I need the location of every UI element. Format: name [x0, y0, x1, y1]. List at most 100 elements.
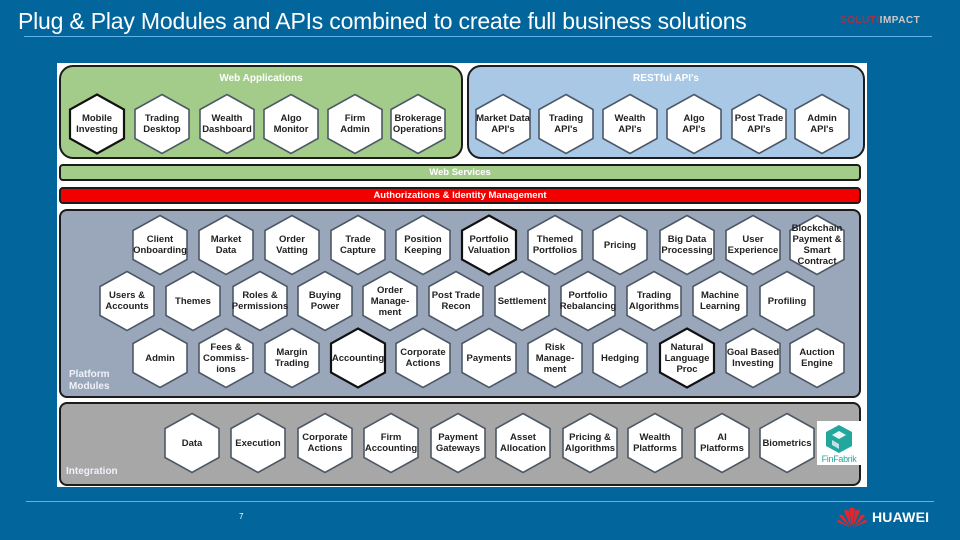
module-hex-post-trade-api-s: Post Trade API's: [728, 93, 790, 155]
module-hex-buying-power: Buying Power: [294, 270, 356, 332]
restful-apis-title: RESTful API's: [633, 73, 699, 84]
slide-title: Plug & Play Modules and APIs combined to…: [18, 8, 747, 34]
module-hex-order-manage-ment: Order Manage- ment: [359, 270, 421, 332]
module-label: Position Keeping: [404, 234, 442, 256]
module-hex-biometrics: Biometrics: [756, 412, 818, 474]
module-label: Admin API's: [807, 113, 837, 135]
module-hex-themes: Themes: [162, 270, 224, 332]
module-label: Firm Admin: [340, 113, 370, 135]
module-label: Corporate Actions: [302, 432, 348, 454]
module-label: Users & Accounts: [105, 290, 149, 312]
integration-panel: Integration Data Execution Corporate Actio…: [59, 402, 861, 486]
module-label: Margin Trading: [274, 347, 310, 369]
module-hex-order-vatting: Order Vatting: [261, 214, 323, 276]
module-label: Execution: [235, 437, 281, 449]
module-label: Post Trade API's: [734, 113, 784, 135]
module-label: Trading Desktop: [143, 113, 181, 135]
module-label: Blockchain Payment & Smart Contract: [791, 223, 843, 267]
module-hex-asset-allocation: Asset Allocation: [492, 412, 554, 474]
module-label: Asset Allocation: [500, 432, 546, 454]
footer-divider: [26, 501, 934, 502]
module-label: Admin: [145, 352, 175, 364]
module-hex-admin-api-s: Admin API's: [791, 93, 853, 155]
overlap-logo: SOLUTIIMPACT: [840, 15, 920, 26]
module-hex-corporate-actions: Corporate Actions: [294, 412, 356, 474]
finfabrik-cube-icon: [826, 425, 852, 453]
module-hex-payment-gateways: Payment Gateways: [427, 412, 489, 474]
module-hex-trade-capture: Trade Capture: [327, 214, 389, 276]
module-label: Hedging: [601, 352, 639, 364]
module-label: Themed Portfolios: [532, 234, 578, 256]
module-hex-firm-accounting: Firm Accounting: [360, 412, 422, 474]
module-label: Profiling: [767, 295, 807, 307]
huawei-wordmark: HUAWEI: [872, 509, 930, 525]
architecture-diagram: Web Applications Mobile Investing Trading…: [57, 63, 867, 487]
module-hex-pricing: Pricing: [589, 214, 651, 276]
module-label: Themes: [175, 295, 211, 307]
module-label: Accounting: [331, 352, 385, 364]
module-hex-portfolio-rebalancing: Portfolio Rebalancing: [557, 270, 619, 332]
module-hex-market-data-api-s: Market Data API's: [472, 93, 534, 155]
module-hex-trading-desktop: Trading Desktop: [131, 93, 193, 155]
module-label: Brokerage Operations: [392, 113, 444, 135]
module-hex-auction-engine: Auction Engine: [786, 327, 848, 389]
module-hex-blockchain-payment-smart-contract: Blockchain Payment & Smart Contract: [786, 214, 848, 276]
module-label: Payments: [466, 352, 512, 364]
module-hex-wealth-platforms: Wealth Platforms: [624, 412, 686, 474]
page-number: 7: [239, 512, 244, 521]
module-hex-goal-based-investing: Goal Based Investing: [722, 327, 784, 389]
module-hex-risk-manage-ment: Risk Manage- ment: [524, 327, 586, 389]
module-label: Order Vatting: [276, 234, 308, 256]
module-label: Market Data API's: [476, 113, 530, 135]
module-hex-corporate-actions: Corporate Actions: [392, 327, 454, 389]
module-label: Corporate Actions: [400, 347, 446, 369]
module-hex-roles-permissions: Roles & Permissions: [229, 270, 291, 332]
module-hex-execution: Execution: [227, 412, 289, 474]
module-hex-trading-algorithms: Trading Algorithms: [623, 270, 685, 332]
module-label: Mobile Investing: [76, 113, 118, 135]
web-applications-panel: Web Applications Mobile Investing Trading…: [59, 65, 463, 159]
module-label: Auction Engine: [799, 347, 835, 369]
module-label: Wealth Platforms: [633, 432, 677, 454]
module-hex-margin-trading: Margin Trading: [261, 327, 323, 389]
platform-modules-label: Platform Modules: [69, 369, 110, 392]
module-label: Pricing & Algorithms: [564, 432, 616, 454]
module-label: Goal Based Investing: [726, 347, 780, 369]
module-hex-admin: Admin: [129, 327, 191, 389]
module-hex-client-onboarding: Client Onboarding: [129, 214, 191, 276]
module-label: Firm Accounting: [364, 432, 418, 454]
module-hex-payments: Payments: [458, 327, 520, 389]
module-label: Settlement: [497, 295, 547, 307]
module-label: Trading Algorithms: [628, 290, 680, 312]
module-label: Biometrics: [762, 437, 812, 449]
module-hex-wealth-dashboard: Wealth Dashboard: [196, 93, 258, 155]
web-services-bar: Web Services: [59, 164, 861, 181]
module-hex-machine-learning: Machine Learning: [689, 270, 751, 332]
module-label: Buying Power: [308, 290, 342, 312]
module-label: Post Trade Recon: [431, 290, 481, 312]
module-label: Market Data: [210, 234, 242, 256]
integration-label: Integration: [66, 466, 118, 477]
module-label: Roles & Permissions: [231, 290, 289, 312]
module-label: Portfolio Valuation: [467, 234, 511, 256]
module-hex-user-experience: User Experience: [722, 214, 784, 276]
module-hex-big-data-processing: Big Data Processing: [656, 214, 718, 276]
module-label: Algo Monitor: [273, 113, 309, 135]
module-label: Big Data Processing: [661, 234, 713, 256]
module-label: Pricing: [603, 239, 637, 251]
module-hex-position-keeping: Position Keeping: [392, 214, 454, 276]
module-label: User Experience: [727, 234, 779, 256]
module-hex-firm-admin: Firm Admin: [324, 93, 386, 155]
module-hex-fees-commiss-ions: Fees & Commiss- ions: [195, 327, 257, 389]
huawei-logo: HUAWEI: [836, 506, 929, 528]
module-hex-algo-api-s: Algo API's: [663, 93, 725, 155]
module-hex-market-data: Market Data: [195, 214, 257, 276]
auth-identity-bar: Authorizations & Identity Management: [59, 187, 861, 204]
module-label: Wealth Dashboard: [202, 113, 252, 135]
module-label: Payment Gateways: [435, 432, 481, 454]
title-divider: [24, 36, 932, 37]
module-hex-post-trade-recon: Post Trade Recon: [425, 270, 487, 332]
module-label: Trading API's: [548, 113, 584, 135]
module-label: Portfolio Rebalancing: [559, 290, 617, 312]
huawei-petal-icon: [837, 507, 867, 527]
